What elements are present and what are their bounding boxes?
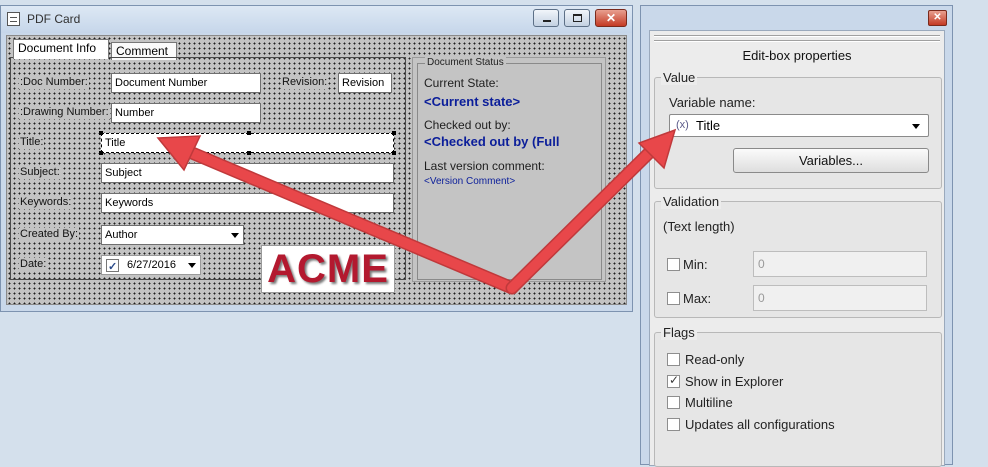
validation-group: Validation (Text length) Min: 0 Max: 0 [654,194,942,318]
checked-out-value: <Checked out by (Full [424,134,560,149]
title-label: Title: [19,136,45,149]
close-button[interactable]: ✕ [595,9,627,27]
last-comment-label: Last version comment: [424,159,545,173]
multiline-checkbox[interactable] [667,396,680,409]
pdf-card-window: PDF Card ✕ Document Info Comment :Doc Nu… [0,5,633,312]
drawing-number-field[interactable]: Number [111,103,261,123]
last-comment-value: <Version Comment> [424,176,516,187]
chevron-down-icon [912,124,920,129]
variables-button[interactable]: Variables... [733,148,929,173]
max-checkbox[interactable] [667,292,680,305]
selection-handle[interactable] [99,131,103,135]
keywords-field[interactable]: Keywords [101,193,394,213]
selection-handle[interactable] [247,151,251,155]
date-value: 6/27/2016 [127,259,176,271]
text-length-label: (Text length) [663,219,735,234]
date-label: Date: [19,258,48,271]
show-in-explorer-label: Show in Explorer [685,374,784,389]
variable-name-dropdown[interactable]: (x) Title [669,114,929,137]
min-input[interactable]: 0 [753,251,927,277]
close-icon: ✕ [605,11,617,25]
revision-field[interactable]: Revision [338,73,392,93]
max-label: Max: [683,291,712,306]
properties-close-button[interactable]: ✕ [928,10,947,26]
revision-label: Revision: [281,76,329,89]
min-label: Min: [683,257,708,272]
subject-field[interactable]: Subject [101,163,394,183]
document-status-group: Document Status Current State: <Current … [417,57,602,280]
selection-handle[interactable] [392,131,396,135]
title-field[interactable]: Title [101,133,394,153]
min-checkbox[interactable] [667,258,680,271]
maximize-icon [573,14,582,22]
current-state-value: <Current state> [424,94,521,109]
divider [654,40,940,42]
title-bar[interactable]: PDF Card ✕ [1,6,632,33]
selection-handle[interactable] [392,151,396,155]
document-info-frame: :Doc Number: Document Number Revision: R… [10,57,406,293]
card-design-canvas[interactable]: Document Info Comment :Doc Number: Docum… [6,35,627,305]
edit-box-properties-window: ✕ Edit-box properties Value Variable nam… [640,5,953,467]
updates-all-configurations-checkbox[interactable] [667,418,680,431]
max-input[interactable]: 0 [753,285,927,311]
current-state-label: Current State: [424,76,499,90]
date-picker[interactable]: 6/27/2016 [101,255,201,275]
acme-logo[interactable]: ACME [261,245,395,293]
close-icon: ✕ [933,12,942,23]
logo-text: ACME [267,247,389,291]
variable-selected-value: Title [696,118,721,133]
window-title: PDF Card [27,12,81,26]
subject-label: Subject: [19,166,61,179]
tab-document-info[interactable]: Document Info [13,39,109,59]
minimize-icon [543,20,551,22]
read-only-checkbox[interactable] [667,353,680,366]
created-by-dropdown[interactable]: Author [101,225,244,245]
doc-number-label: :Doc Number: [19,76,89,89]
flags-group: Flags Read-only Show in Explorer Multili… [654,325,942,467]
date-enabled-checkbox[interactable] [106,258,119,274]
variable-name-label: Variable name: [669,95,756,110]
properties-header: Edit-box properties [742,48,852,63]
document-icon [7,12,20,26]
chevron-down-icon [231,233,239,238]
created-by-label: Created By: [19,228,80,241]
value-group: Value Variable name: (x) Title Variables… [654,70,942,189]
show-in-explorer-checkbox[interactable] [667,373,680,388]
document-status-frame: Document Status Current State: <Current … [412,57,606,282]
variable-icon: (x) [676,119,689,131]
value-group-title: Value [661,70,698,85]
document-status-legend: Document Status [425,57,506,68]
properties-panel: Edit-box properties Value Variable name:… [649,30,945,467]
multiline-label: Multiline [685,395,733,410]
selection-handle[interactable] [99,151,103,155]
validation-group-title: Validation [661,194,722,209]
doc-number-field[interactable]: Document Number [111,73,261,93]
flags-group-title: Flags [661,325,697,340]
updates-all-configurations-label: Updates all configurations [685,417,835,432]
divider [654,35,940,37]
selection-handle[interactable] [247,131,251,135]
drawing-number-label: :Drawing Number: [19,106,110,119]
created-by-value: Author [105,229,138,241]
maximize-button[interactable] [564,9,590,27]
minimize-button[interactable] [533,9,559,27]
keywords-label: Keywords: [19,196,73,209]
chevron-down-icon [188,263,196,268]
checked-out-label: Checked out by: [424,118,511,132]
read-only-label: Read-only [685,352,745,367]
